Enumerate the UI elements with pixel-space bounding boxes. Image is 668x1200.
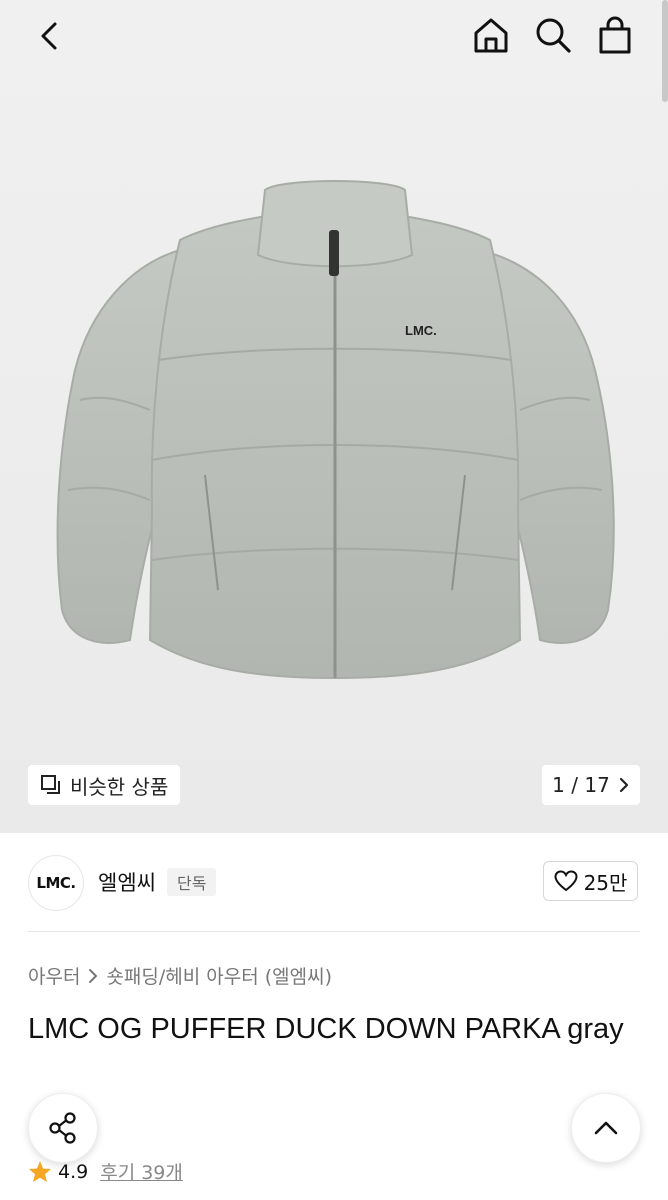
product-title: LMC OG PUFFER DUCK DOWN PARKA gray: [28, 1013, 624, 1045]
heart-icon: [554, 870, 578, 892]
divider: [28, 931, 640, 932]
puffer-jacket-photo: LMC.: [56, 180, 615, 680]
brand-logo[interactable]: LMC.: [28, 855, 84, 911]
cart-button[interactable]: [592, 12, 638, 58]
like-count: 25만: [583, 870, 628, 895]
image-page-text: 1 / 17: [552, 773, 610, 797]
home-button[interactable]: [468, 12, 514, 58]
image-page-counter[interactable]: 1 / 17: [542, 765, 640, 805]
back-arrow-icon: [41, 22, 57, 50]
chevron-up-icon: [594, 1121, 618, 1135]
rating-value: 4.9: [58, 1160, 89, 1183]
similar-products-icon: [41, 775, 60, 794]
breadcrumb-item-subcategory[interactable]: 숏패딩/헤비 아우터 (엘엠씨): [106, 962, 332, 989]
brand-name[interactable]: 엘엠씨: [98, 867, 156, 897]
search-button[interactable]: [530, 12, 576, 58]
cart-icon: [599, 16, 631, 54]
similar-products-button[interactable]: 비슷한 상품: [28, 765, 181, 805]
breadcrumb-item-category[interactable]: 아우터: [28, 962, 80, 989]
like-button[interactable]: 25만: [543, 861, 638, 901]
jacket-logo: LMC.: [405, 323, 437, 338]
chevron-right-icon: [619, 777, 628, 793]
star-icon: [29, 1161, 51, 1182]
rating-row: 4.9 후기 39개: [28, 1158, 183, 1185]
similar-products-label: 비슷한 상품: [70, 774, 169, 799]
breadcrumb: 아우터 숏패딩/헤비 아우터 (엘엠씨): [28, 962, 332, 989]
product-image-carousel[interactable]: LMC. 비슷한 상품 1 / 17: [0, 0, 668, 833]
home-icon: [474, 18, 508, 53]
reviews-link[interactable]: 후기 39개: [100, 1158, 183, 1185]
search-icon: [536, 18, 571, 53]
exclusive-badge: 단독: [167, 868, 217, 896]
scroll-to-top-button[interactable]: [571, 1093, 641, 1163]
back-button[interactable]: [28, 14, 72, 58]
share-button[interactable]: [28, 1093, 98, 1163]
chevron-right-icon: [89, 968, 98, 983]
top-navigation-bar: [0, 0, 668, 72]
share-icon: [49, 1112, 76, 1144]
